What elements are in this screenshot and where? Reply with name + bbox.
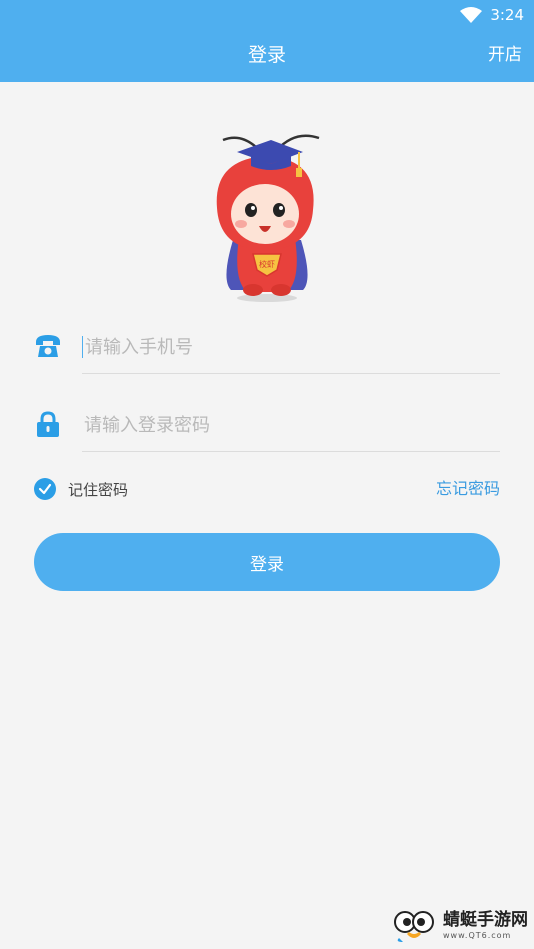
watermark-name: 蜻蜓手游网	[443, 910, 528, 930]
phone-input[interactable]	[82, 336, 500, 358]
mascot-badge-text: 校虾	[259, 259, 275, 269]
status-bar: 3:24	[460, 4, 524, 26]
forgot-password-link[interactable]: 忘记密码	[436, 476, 500, 502]
password-field-row	[34, 398, 500, 452]
open-store-button[interactable]: 开店	[488, 40, 522, 70]
phone-underline	[82, 373, 500, 374]
dragonfly-logo-icon	[394, 911, 434, 942]
watermark: 蜻蜓手游网 www.QT6.com	[393, 907, 528, 945]
login-button[interactable]: 登录	[34, 533, 500, 591]
remember-password-label: 记住密码	[68, 480, 129, 499]
password-underline	[82, 451, 500, 452]
checkbox-checked-icon[interactable]	[34, 478, 56, 500]
phone-field-row	[34, 320, 500, 374]
password-input[interactable]	[82, 398, 500, 452]
remember-password-toggle[interactable]: 记住密码	[34, 476, 128, 502]
header-bar: 3:24 登录 开店	[0, 0, 534, 82]
lock-icon	[37, 411, 59, 437]
mascot-image: 校虾	[216, 134, 320, 302]
telephone-icon	[36, 335, 60, 357]
wifi-icon	[460, 7, 483, 23]
watermark-url: www.QT6.com	[443, 931, 512, 940]
page-title: 登录	[247, 44, 286, 66]
status-time: 3:24	[490, 6, 524, 24]
